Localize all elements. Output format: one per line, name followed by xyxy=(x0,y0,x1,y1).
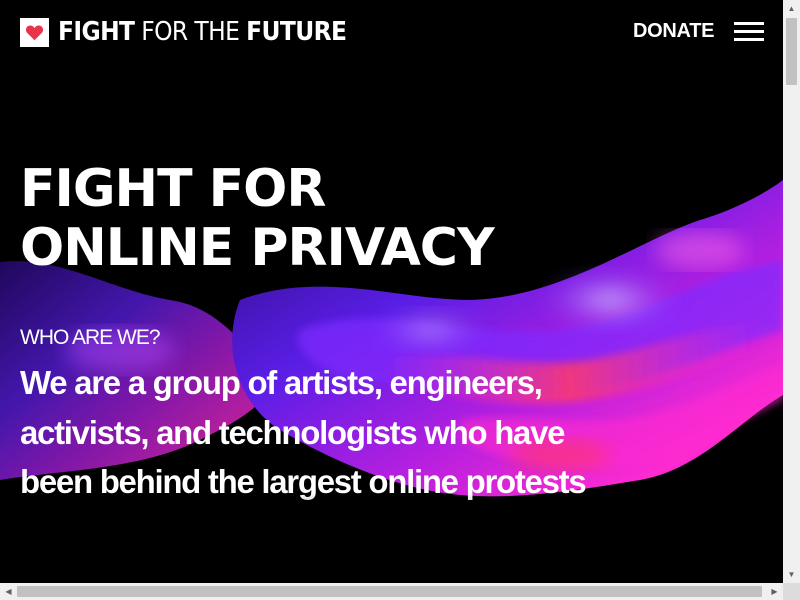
vertical-scroll-thumb[interactable] xyxy=(786,18,797,85)
logo-word-future: FUTURE xyxy=(246,17,347,47)
site-header: FIGHT FOR THE FUTURE DONATE xyxy=(0,0,783,66)
heart-icon xyxy=(20,17,49,47)
who-are-we-label: WHO ARE WE? xyxy=(20,326,161,349)
menu-bar xyxy=(734,38,764,41)
vertical-scrollbar[interactable]: ▲ ▼ xyxy=(783,0,800,583)
horizontal-scroll-thumb[interactable] xyxy=(17,586,762,597)
menu-bar xyxy=(734,22,764,25)
hero-title-line-2: ONLINE PRIVACY xyxy=(20,218,495,278)
site-logo[interactable]: FIGHT FOR THE FUTURE xyxy=(20,17,347,47)
logo-word-fight: FIGHT xyxy=(58,17,135,47)
logo-wordmark: FIGHT FOR THE FUTURE xyxy=(58,17,347,47)
about-paragraph: We are a group of artists, engineers, ac… xyxy=(20,358,590,507)
page-viewport: FIGHT FOR THE FUTURE DONATE FIGHT FOR ON… xyxy=(0,0,783,583)
scroll-up-arrow-icon[interactable]: ▲ xyxy=(783,0,800,17)
hamburger-menu-icon[interactable] xyxy=(734,22,764,42)
scroll-left-arrow-icon[interactable]: ◀ xyxy=(0,583,17,600)
scroll-right-arrow-icon[interactable]: ▶ xyxy=(766,583,783,600)
logo-word-for-the: FOR THE xyxy=(134,17,247,47)
scrollbar-corner xyxy=(783,583,800,600)
hero-title-line-1: FIGHT FOR xyxy=(20,159,326,219)
donate-link[interactable]: DONATE xyxy=(633,20,714,42)
scroll-down-arrow-icon[interactable]: ▼ xyxy=(783,566,800,583)
horizontal-scrollbar[interactable]: ◀ ▶ xyxy=(0,583,783,600)
menu-bar xyxy=(734,30,764,33)
hero-title: FIGHT FOR ONLINE PRIVACY xyxy=(20,159,495,278)
